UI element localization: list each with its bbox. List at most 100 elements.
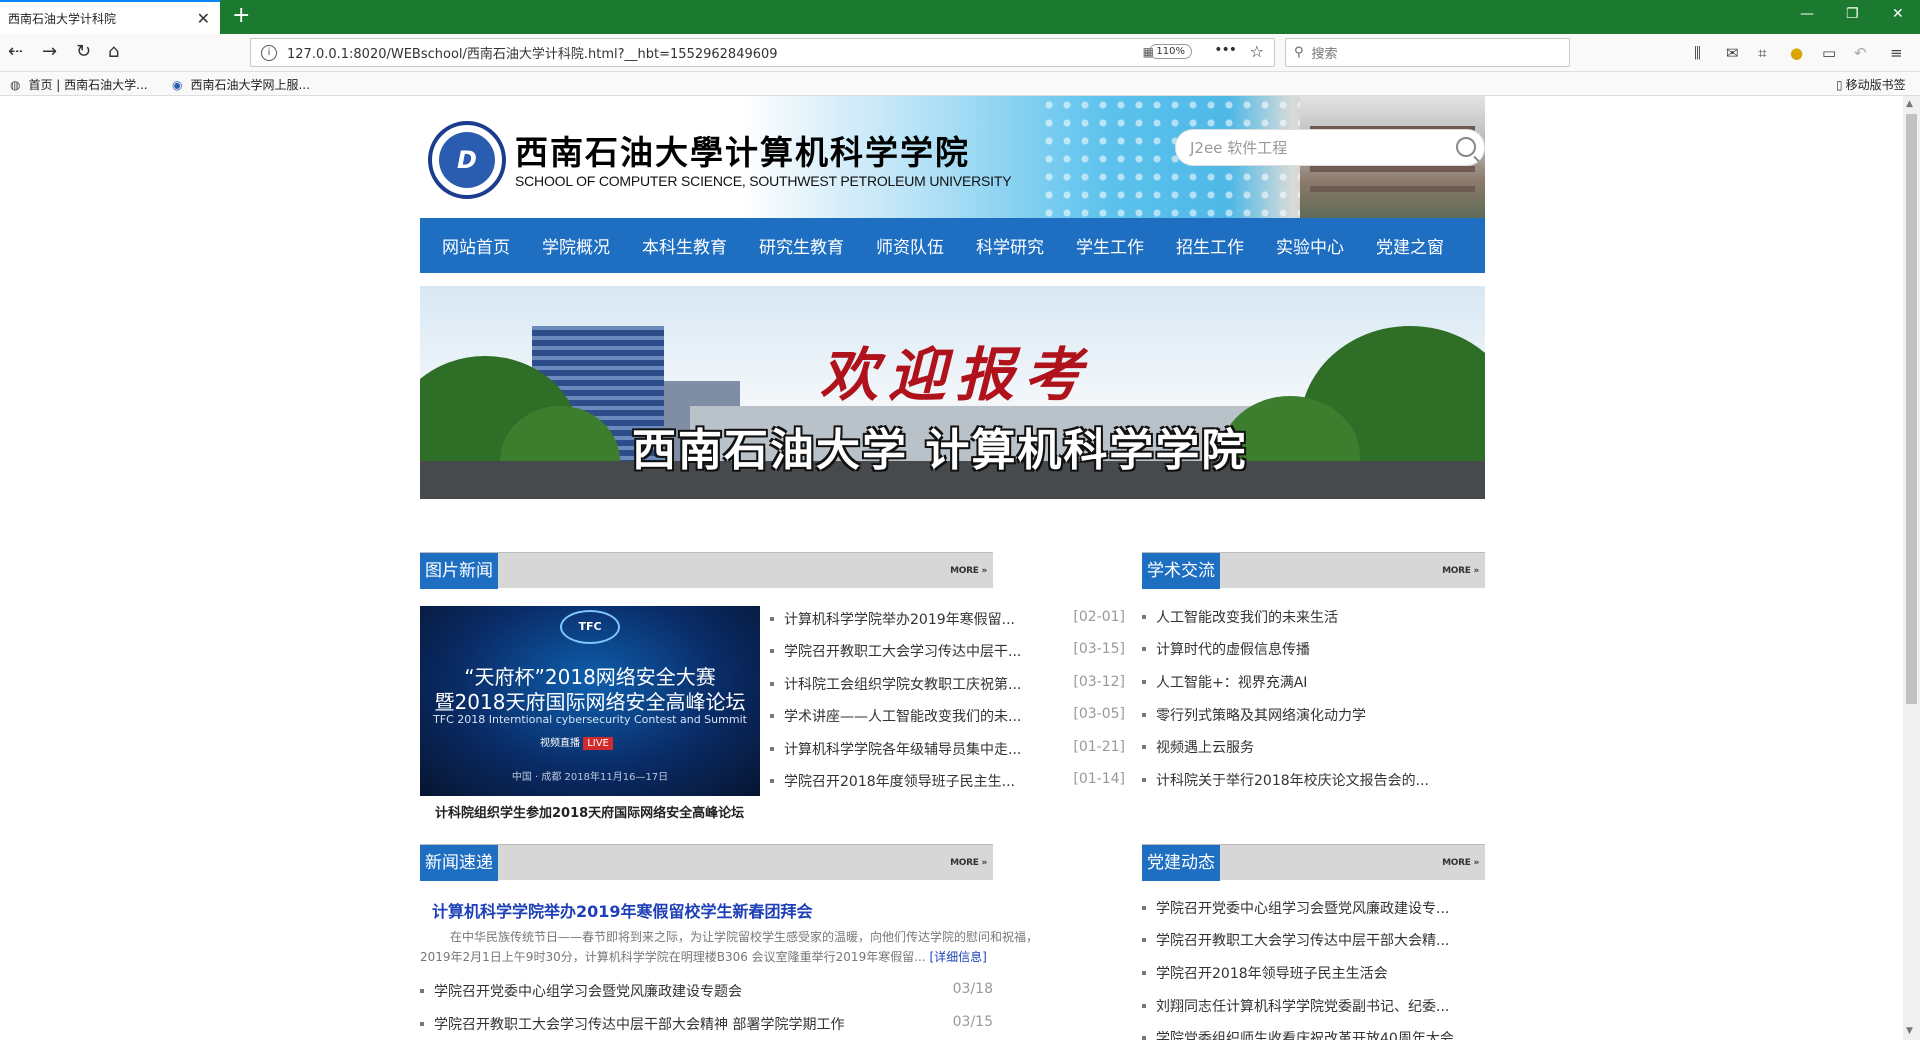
list-item[interactable]: 人工智能改变我们的未来生活	[1142, 607, 1482, 629]
restore-icon[interactable]: ❐	[1846, 6, 1859, 22]
window-close-icon[interactable]: ✕	[1892, 6, 1904, 22]
news-fast-more-link[interactable]: MORE »	[950, 858, 987, 868]
list-item[interactable]: 视频遇上云服务	[1142, 737, 1482, 759]
forward-icon[interactable]: →	[42, 42, 57, 62]
tab-title: 西南石油大学计科院	[8, 11, 117, 26]
nav-item-party[interactable]: 党建之窗	[1376, 233, 1444, 258]
new-tab-button[interactable]: +	[232, 3, 250, 28]
photo-news-more-link[interactable]: MORE »	[950, 566, 987, 576]
nav-item-lab[interactable]: 实验中心	[1276, 233, 1344, 258]
globe-icon: ◍	[10, 77, 21, 92]
library-icon[interactable]: ⫼	[1694, 44, 1701, 62]
minimize-icon[interactable]: —	[1800, 6, 1814, 22]
nav-item-about[interactable]: 学院概况	[542, 233, 610, 258]
reload-icon[interactable]: ↻	[76, 42, 91, 62]
bookmark-item[interactable]: ◍ 首页 | 西南石油大学...	[10, 76, 148, 93]
bookmark-star-icon[interactable]: ☆	[1250, 42, 1264, 61]
list-item[interactable]: 计科院关于举行2018年校庆论文报告会的...	[1142, 770, 1482, 792]
news-fast-title[interactable]: 新闻速递	[420, 845, 498, 881]
sidebar-icon[interactable]: ▭	[1822, 44, 1836, 62]
list-item[interactable]: 计算机科学学院举办2019年寒假留... [02-01]	[770, 609, 1125, 631]
mobile-bookmarks[interactable]: ▯ 移动版书签	[1836, 76, 1906, 93]
photo-news-image[interactable]: TFC “天府杯”2018网络安全大赛 暨2018天府国际网络安全高峰论坛 TF…	[420, 606, 760, 796]
list-item[interactable]: 人工智能+：视界充满AI	[1142, 672, 1482, 694]
bookmarks-bar: ◍ 首页 | 西南石油大学... ◉ 西南石油大学网上服... ▯ 移动版书签	[0, 72, 1920, 96]
site-search-placeholder: J2ee 软件工程	[1190, 139, 1288, 157]
list-item[interactable]: 学院召开教职工大会学习传达中层干部大会精...	[1142, 930, 1482, 952]
browser-tab-active[interactable]: 西南石油大学计科院 ✕	[0, 0, 220, 34]
screenshot-icon[interactable]: ⌗	[1758, 44, 1766, 62]
party-more-link[interactable]: MORE »	[1442, 858, 1479, 868]
school-name-cn: 西南石油大學计算机科学学院	[515, 133, 970, 172]
list-item[interactable]: 学术讲座——人工智能改变我们的未... [03-05]	[770, 706, 1125, 728]
bookmark-item[interactable]: ◉ 西南石油大学网上服...	[172, 76, 310, 93]
site-header: D 西南石油大學计算机科学学院 SCHOOL OF COMPUTER SCIEN…	[420, 96, 1485, 218]
news-summary-cont: 2019年2月1日上午9时30分，计算机科学学院在明理楼B306 会议室隆重举行…	[420, 950, 987, 964]
browser-tab-strip: 西南石油大学计科院 ✕ + — ❐ ✕	[0, 0, 1920, 34]
photo-news-title[interactable]: 图片新闻	[420, 553, 498, 589]
webpage: D 西南石油大學计算机科学学院 SCHOOL OF COMPUTER SCIEN…	[420, 96, 1485, 1040]
back-icon[interactable]: ⇠	[8, 42, 23, 62]
address-bar[interactable]: i 127.0.0.1:8020/WEBschool/西南石油大学计科院.htm…	[250, 38, 1275, 67]
chat-icon[interactable]: ✉	[1726, 44, 1739, 62]
list-item[interactable]: 学院召开党委中心组学习会暨党风廉政建设专题会 03/18	[420, 981, 993, 1003]
page-scrollbar[interactable]: ▲ ▼	[1903, 96, 1920, 1040]
site-favicon-icon: ◉	[172, 77, 183, 92]
school-name-en: SCHOOL OF COMPUTER SCIENCE, SOUTHWEST PE…	[515, 173, 1012, 189]
nav-item-students[interactable]: 学生工作	[1076, 233, 1144, 258]
search-placeholder: 搜索	[1311, 47, 1338, 62]
news-headline[interactable]: 计算机科学学院举办2019年寒假留校学生新春团拜会	[432, 898, 813, 922]
site-search-icon[interactable]	[1456, 137, 1476, 157]
nav-item-home[interactable]: 网站首页	[442, 233, 510, 258]
nav-item-admissions[interactable]: 招生工作	[1176, 233, 1244, 258]
list-item[interactable]: 学院党委组织师生收看庆祝改革开放40周年大会	[1142, 1028, 1482, 1040]
banner-title: 西南石油大学 计算机科学学院	[632, 425, 1248, 476]
nav-item-graduate[interactable]: 研究生教育	[759, 233, 844, 258]
list-item[interactable]: 学院召开党委中心组学习会暨党风廉政建设专...	[1142, 898, 1482, 920]
academic-title[interactable]: 学术交流	[1142, 553, 1220, 589]
site-search-input[interactable]: J2ee 软件工程	[1175, 129, 1485, 166]
browser-toolbar: ⇠ → ↻ ⌂ i 127.0.0.1:8020/WEBschool/西南石油大…	[0, 34, 1920, 72]
party-header: 党建动态 MORE »	[1142, 844, 1485, 881]
nav-item-research[interactable]: 科学研究	[976, 233, 1044, 258]
scrollbar-thumb[interactable]	[1906, 114, 1917, 704]
party-title[interactable]: 党建动态	[1142, 845, 1220, 881]
list-item[interactable]: 计科院工会组织学院女教职工庆祝第... [03-12]	[770, 674, 1125, 696]
live-badge: 视频直播 LIVE	[540, 734, 613, 750]
list-item[interactable]: 学院召开2018年度领导班子民主生... [01-14]	[770, 771, 1125, 793]
undo-icon[interactable]: ↶	[1854, 44, 1867, 62]
browser-search-input[interactable]: ⚲ 搜索	[1285, 38, 1570, 67]
banner-welcome-text: 欢迎报考	[820, 341, 1093, 409]
photo-news-header: 图片新闻 MORE »	[420, 552, 993, 589]
extension-icon[interactable]: ●	[1790, 44, 1803, 62]
nav-item-undergrad[interactable]: 本科生教育	[642, 233, 727, 258]
photo-news-caption[interactable]: 计科院组织学生参加2018天府国际网络安全高峰论坛	[435, 802, 744, 821]
list-item[interactable]: 学院召开教职工大会学习传达中层干部大会精神 部署学院学期工作 03/15	[420, 1014, 993, 1036]
tab-close-icon[interactable]: ✕	[197, 9, 210, 28]
menu-icon[interactable]: ≡	[1890, 44, 1903, 62]
scroll-down-icon[interactable]: ▼	[1906, 1026, 1913, 1036]
academic-more-link[interactable]: MORE »	[1442, 566, 1479, 576]
news-summary: 在中华民族传统节日——春节即将到来之际，为让学院留校学生感受家的温暖，向他们传达…	[450, 930, 1039, 944]
search-icon: ⚲	[1294, 45, 1304, 60]
list-item[interactable]: 计算机科学学院各年级辅导员集中走... [01-21]	[770, 739, 1125, 761]
welcome-banner: 欢迎报考 西南石油大学 计算机科学学院	[420, 286, 1485, 499]
tfc-logo: TFC	[560, 610, 620, 644]
main-navigation: 网站首页 学院概况 本科生教育 研究生教育 师资队伍 科学研究 学生工作 招生工…	[420, 218, 1485, 273]
news-fast-header: 新闻速递 MORE »	[420, 844, 993, 881]
list-item[interactable]: 计算时代的虚假信息传播	[1142, 639, 1482, 661]
phone-icon: ▯	[1836, 77, 1843, 92]
nav-item-faculty[interactable]: 师资队伍	[876, 233, 944, 258]
url-text: 127.0.0.1:8020/WEBschool/西南石油大学计科院.html?…	[287, 47, 778, 62]
page-actions-icon[interactable]: •••	[1214, 42, 1237, 58]
list-item[interactable]: 零行列式策略及其网络演化动力学	[1142, 705, 1482, 727]
site-info-icon[interactable]: i	[261, 44, 277, 61]
school-logo[interactable]: D	[428, 121, 506, 199]
list-item[interactable]: 学院召开2018年领导班子民主生活会	[1142, 963, 1482, 985]
list-item[interactable]: 学院召开教职工大会学习传达中层干... [03-15]	[770, 641, 1125, 663]
detail-link[interactable]: [详细信息]	[929, 950, 986, 964]
zoom-level[interactable]: 110%	[1149, 44, 1192, 59]
scroll-up-icon[interactable]: ▲	[1906, 99, 1913, 109]
list-item[interactable]: 刘翔同志任计算机科学学院党委副书记、纪委...	[1142, 996, 1482, 1018]
home-icon[interactable]: ⌂	[108, 42, 119, 62]
